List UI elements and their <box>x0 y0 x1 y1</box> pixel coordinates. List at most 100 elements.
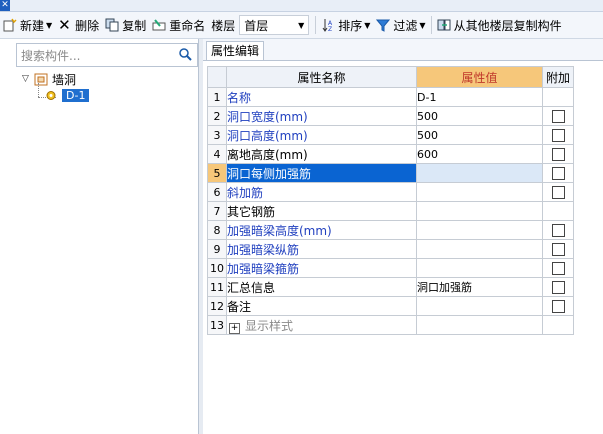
property-value[interactable] <box>416 258 543 278</box>
copy-label: 复制 <box>122 18 147 33</box>
expand-icon[interactable]: + <box>229 322 240 334</box>
tree-child-label: D-1 <box>62 88 90 102</box>
property-value[interactable]: 洞口加强筋 <box>416 277 543 297</box>
tree-connector <box>38 83 40 97</box>
top-strip: ✕ <box>0 0 603 12</box>
add-checkbox[interactable] <box>551 110 565 123</box>
rename-button[interactable]: 重命名 <box>149 14 208 36</box>
property-value[interactable] <box>416 239 543 259</box>
add-checkbox[interactable] <box>551 129 565 142</box>
column-header-value[interactable]: 属性值 <box>416 66 543 88</box>
row-number: 8 <box>207 220 227 240</box>
new-dropdown-icon: ▼ <box>46 20 53 30</box>
filter-icon <box>376 19 391 32</box>
property-value[interactable]: 500 <box>416 125 543 145</box>
copy-icon <box>105 18 119 32</box>
column-header-name[interactable]: 属性名称 <box>226 66 417 88</box>
add-checkbox[interactable] <box>551 300 565 313</box>
tab-strip: 属性编辑 <box>203 39 603 61</box>
row-number: 13 <box>207 315 227 335</box>
property-panel: 属性编辑 属性名称 属性值 附加 1 名称 D-1 2 洞口宽度(mm) 500 3 洞口高度… <box>203 39 603 434</box>
collapse-icon[interactable]: ▽ <box>22 74 32 84</box>
add-checkbox[interactable] <box>551 243 565 256</box>
column-header-add[interactable]: 附加 <box>542 66 574 88</box>
sort-icon: AZ <box>322 19 333 32</box>
add-cell <box>542 163 574 183</box>
copy-from-floor-label: 从其他楼层复制构件 <box>453 18 562 33</box>
table-row[interactable]: 6 斜加筋 <box>207 182 574 202</box>
toolbar-divider <box>315 16 317 34</box>
property-value[interactable] <box>416 296 543 316</box>
row-number: 12 <box>207 296 227 316</box>
table-row[interactable]: 3 洞口高度(mm) 500 <box>207 125 574 145</box>
tree-root-label: 墙洞 <box>52 72 77 87</box>
add-checkbox[interactable] <box>551 281 565 294</box>
row-number: 7 <box>207 201 227 221</box>
floor-label: 楼层 <box>211 18 236 33</box>
add-cell <box>542 258 574 278</box>
copy-floor-icon <box>437 19 451 31</box>
add-checkbox[interactable] <box>551 224 565 237</box>
table-row[interactable]: 5 洞口每侧加强筋 <box>207 163 574 183</box>
close-icon[interactable]: ✕ <box>0 0 10 11</box>
copy-from-floor-button[interactable]: 从其他楼层复制构件 <box>434 14 565 36</box>
table-row[interactable]: 11 汇总信息 洞口加强筋 <box>207 277 574 297</box>
search-input[interactable]: 搜索构件... <box>16 43 198 67</box>
table-row[interactable]: 10 加强暗梁箍筋 <box>207 258 574 278</box>
property-name: 洞口每侧加强筋 <box>226 163 417 183</box>
property-name: 洞口宽度(mm) <box>226 106 417 126</box>
add-checkbox[interactable] <box>551 262 565 275</box>
add-cell <box>542 220 574 240</box>
filter-button[interactable]: 过滤 ▼ <box>373 14 428 36</box>
tab-property-edit[interactable]: 属性编辑 <box>206 41 265 60</box>
table-row[interactable]: 7 其它钢筋 <box>207 201 574 221</box>
row-number: 4 <box>207 144 227 164</box>
copy-button[interactable]: 复制 <box>102 14 149 36</box>
tree-node-wall-opening[interactable]: ▽ 墙洞 <box>16 71 196 87</box>
sort-button[interactable]: AZ 排序 ▼ <box>318 14 373 36</box>
property-value[interactable] <box>416 163 543 183</box>
add-cell <box>542 201 574 221</box>
property-value[interactable] <box>416 220 543 240</box>
add-cell <box>542 277 574 297</box>
row-number: 2 <box>207 106 227 126</box>
tree-node-d1[interactable]: D-1 <box>42 87 196 103</box>
table-row[interactable]: 1 名称 D-1 <box>207 87 574 107</box>
property-value[interactable]: 500 <box>416 106 543 126</box>
table-row[interactable]: 8 加强暗梁高度(mm) <box>207 220 574 240</box>
property-grid: 属性名称 属性值 附加 1 名称 D-1 2 洞口宽度(mm) 500 3 洞口高度(mm) 5… <box>207 66 574 335</box>
delete-label: 删除 <box>75 18 100 33</box>
filter-dropdown-icon: ▼ <box>419 20 426 30</box>
table-row[interactable]: 4 离地高度(mm) 600 <box>207 144 574 164</box>
add-checkbox[interactable] <box>551 186 565 199</box>
add-checkbox[interactable] <box>551 148 565 161</box>
table-row[interactable]: 12 备注 <box>207 296 574 316</box>
add-cell <box>542 87 574 107</box>
table-row[interactable]: 13 + 显示样式 <box>207 315 574 335</box>
add-checkbox[interactable] <box>551 167 565 180</box>
property-value[interactable] <box>416 315 543 335</box>
property-value[interactable]: 600 <box>416 144 543 164</box>
delete-button[interactable]: ✕ 删除 <box>55 14 102 36</box>
search-placeholder: 搜索构件... <box>21 49 81 63</box>
gear-icon <box>46 90 56 100</box>
table-row[interactable]: 2 洞口宽度(mm) 500 <box>207 106 574 126</box>
table-row[interactable]: 9 加强暗梁纵筋 <box>207 239 574 259</box>
property-value[interactable] <box>416 182 543 202</box>
new-label: 新建 <box>20 18 45 33</box>
add-cell <box>542 239 574 259</box>
property-value[interactable]: D-1 <box>416 87 543 107</box>
property-name: + 显示样式 <box>226 315 417 335</box>
property-name: 备注 <box>226 296 417 316</box>
chevron-down-icon: ▼ <box>298 20 305 30</box>
floor-select[interactable]: 首层 ▼ <box>239 15 310 35</box>
row-number: 10 <box>207 258 227 278</box>
property-name: 加强暗梁箍筋 <box>226 258 417 278</box>
property-name-label: 显示样式 <box>245 318 294 333</box>
floor-value: 首层 <box>244 18 269 33</box>
property-name: 名称 <box>226 87 417 107</box>
new-button[interactable]: 新建 ▼ <box>0 14 55 36</box>
property-value[interactable] <box>416 201 543 221</box>
row-number: 11 <box>207 277 227 297</box>
search-icon[interactable] <box>179 48 192 61</box>
